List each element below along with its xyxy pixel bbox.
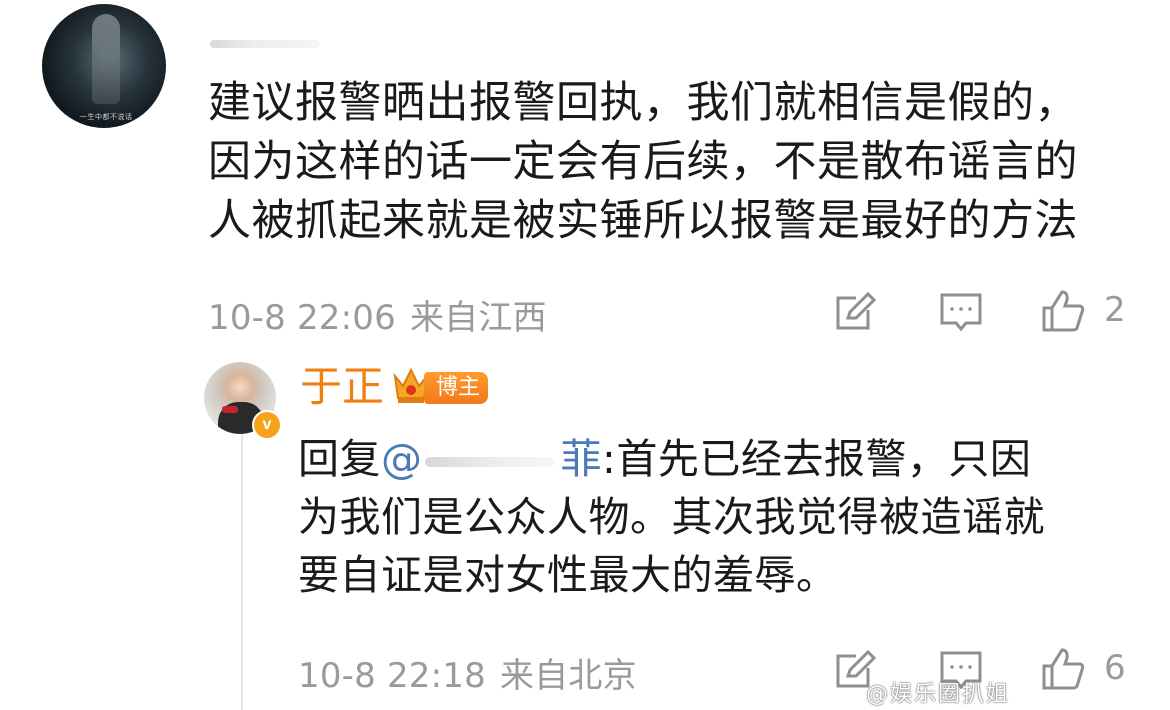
blogger-badge: 博主 [424, 372, 489, 404]
mention-name-blurred [424, 457, 555, 467]
at-icon: @ [381, 435, 423, 483]
reply-meta: 10-8 22:18 来自北京 [298, 648, 637, 697]
commenter-avatar[interactable]: 一生中都不说话 [42, 4, 166, 128]
edit-icon[interactable] [832, 290, 878, 336]
watermark: @娱乐圈扒姐 [866, 682, 1011, 707]
reply-prefix: 回复 [298, 435, 381, 483]
comment-date: 10-8 22:06 [208, 298, 396, 338]
reply-line1-rest: :首先已经去报警，只因 [602, 435, 1032, 483]
comment-icon[interactable] [938, 290, 984, 336]
reply-location: 来自北京 [499, 656, 637, 696]
reply-date: 10-8 22:18 [298, 656, 486, 696]
like-icon[interactable] [1040, 646, 1086, 692]
comment-location: 来自江西 [409, 298, 547, 338]
reply-line: 要自证是对女性最大的羞辱。 [298, 551, 838, 599]
comment-text: 建议报警晒出报警回执，我们就相信是假的， 因为这样的话一定会有后续，不是散布谣言… [208, 74, 1158, 251]
mention-tail: 菲 [560, 435, 602, 483]
reply-line: 回复@ 菲:首先已经去报警，只因 [298, 430, 1158, 488]
comment-line: 人被抓起来就是被实锤所以报警是最好的方法 [208, 196, 1078, 246]
like-icon[interactable] [1040, 288, 1086, 334]
avatar-figure [92, 14, 120, 104]
avatar-scarf [222, 406, 238, 413]
reply-text: 回复@ 菲:首先已经去报警，只因 为我们是公众人物。其次我觉得被造谣就 要自证是对… [298, 430, 1158, 604]
reply-line: 为我们是公众人物。其次我觉得被造谣就 [298, 493, 1045, 541]
verified-icon: v [252, 410, 282, 440]
replier-name[interactable]: 于正 [300, 362, 384, 412]
like-count: 2 [1104, 290, 1126, 330]
like-count: 6 [1104, 648, 1126, 688]
thread-line [241, 430, 243, 710]
mention-link[interactable]: @ 菲 [381, 435, 602, 483]
comment-line: 因为这样的话一定会有后续，不是散布谣言的 [208, 137, 1078, 187]
comment-meta: 10-8 22:06 来自江西 [208, 290, 547, 339]
commenter-name-blurred[interactable] [210, 40, 320, 48]
comment-line: 建议报警晒出报警回执，我们就相信是假的， [208, 78, 1078, 128]
avatar-caption: 一生中都不说话 [80, 113, 133, 121]
